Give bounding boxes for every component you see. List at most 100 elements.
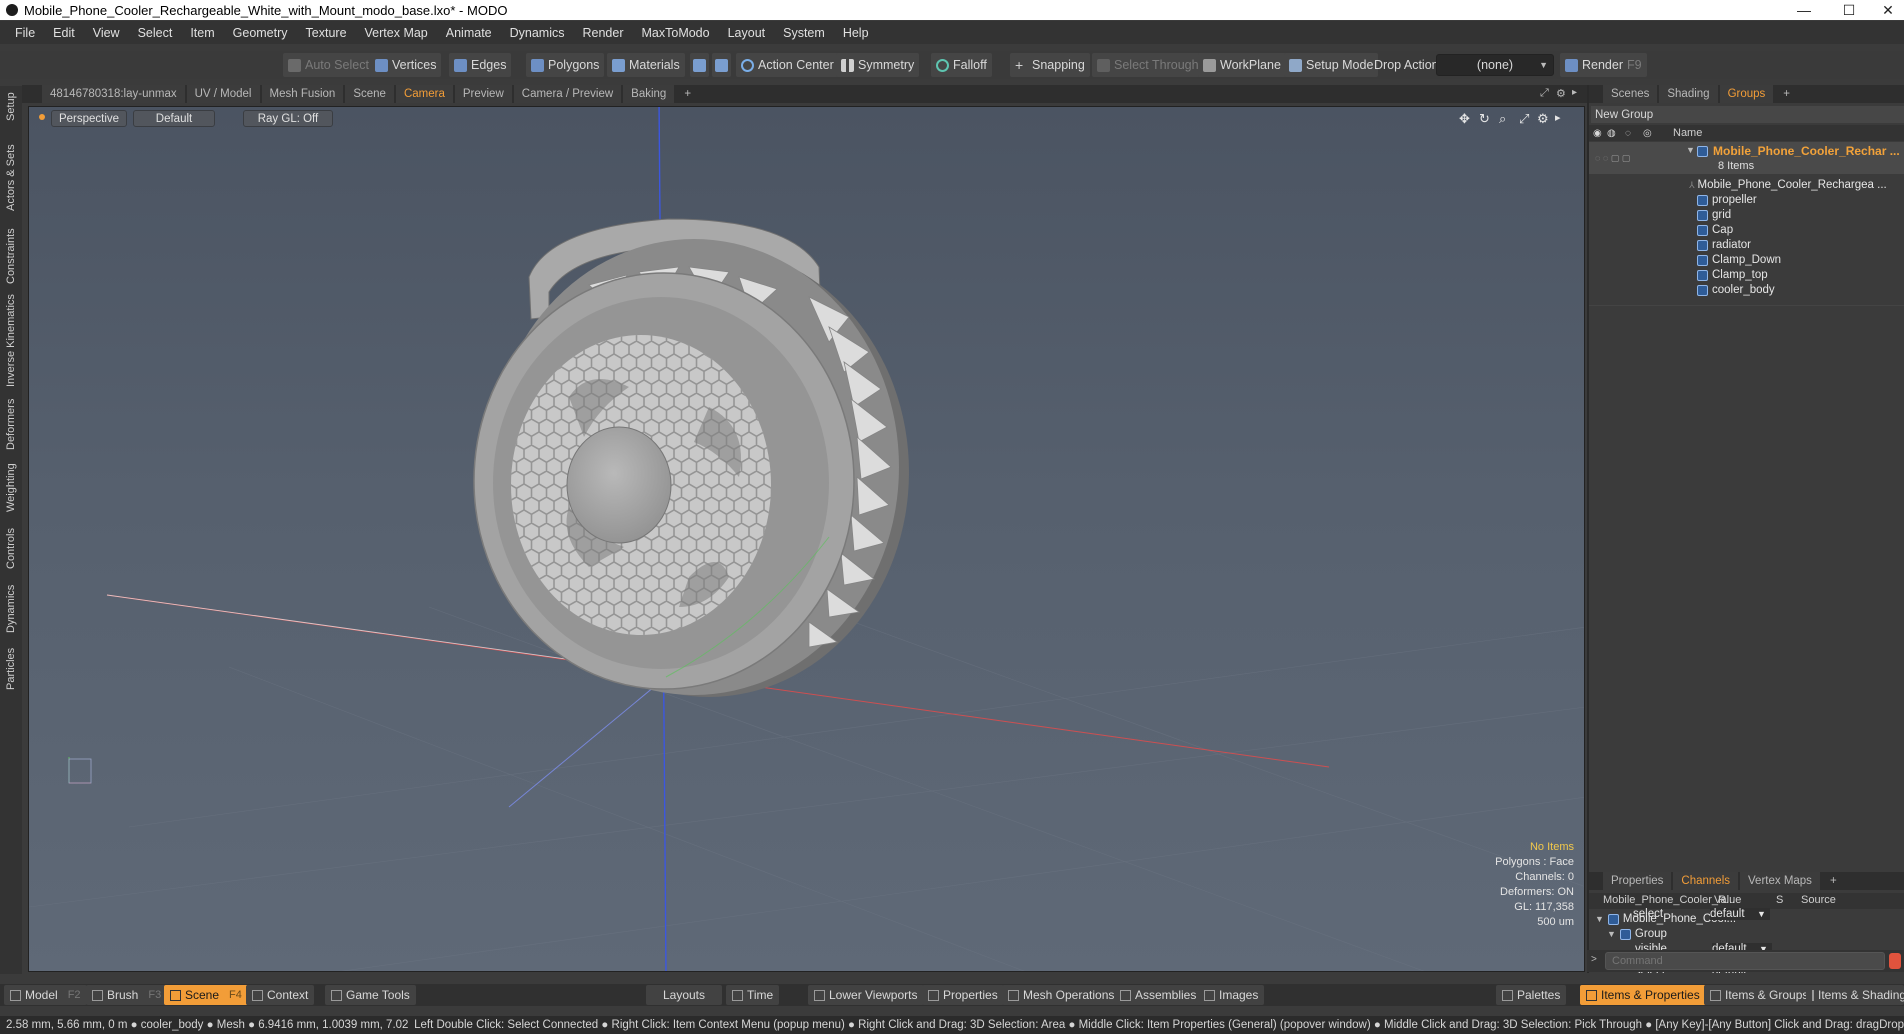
list-item[interactable]: cooler_body [1589,281,1904,299]
items-shading-button[interactable]: Items & Shading [1806,985,1904,1005]
add-tab-button[interactable]: + [676,85,699,103]
maximize-button[interactable]: ☐ [1827,0,1871,20]
gear-icon[interactable]: ⚙ [1556,87,1566,100]
mesh-icon [1697,209,1708,221]
polygons-button[interactable]: Polygons [526,53,605,77]
items-properties-button[interactable]: Items & Properties [1580,985,1706,1005]
palettes-button[interactable]: Palettes [1496,985,1567,1005]
menu-system[interactable]: System [774,26,834,40]
tab-mesh-fusion[interactable]: Mesh Fusion [261,85,344,103]
group-row[interactable]: ◌ ◌ ▢ ▢ ▼ Mobile_Phone_Cooler_Rechar ...… [1589,142,1904,174]
chevron-down-icon: ▼ [1539,60,1548,70]
command-input[interactable] [1605,952,1885,970]
layouts-button[interactable]: Layouts [646,985,722,1005]
group-visibility-toggles[interactable]: ◌ ◌ ▢ ▢ [1591,142,1691,174]
lock-icon[interactable]: ◌ [1625,128,1643,139]
menu-layout[interactable]: Layout [719,26,775,40]
tab-camera[interactable]: Camera [395,85,453,103]
add-bottom-tab-button[interactable]: + [1822,872,1845,890]
palettes-icon [1502,989,1513,1001]
vertices-button[interactable]: Vertices [370,53,442,77]
side-tab-deformers[interactable]: Deformers [3,394,19,454]
workplane-button[interactable]: WorkPlane [1198,53,1286,77]
menu-vertex-map[interactable]: Vertex Map [356,26,437,40]
falloff-button[interactable]: Falloff [931,53,992,77]
time-button[interactable]: Time [726,985,780,1005]
drop-action-select[interactable]: (none) ▼ [1436,54,1554,76]
assemblies-button[interactable]: Assemblies [1114,985,1203,1005]
eye-icon[interactable]: ◉ [1593,128,1607,139]
menu-view[interactable]: View [84,26,129,40]
expand-arrow-icon[interactable]: ▼ [1607,929,1616,939]
3d-viewport[interactable]: Perspective Default Ray GL: Off ✥ ↻ ⌕ ⤢ … [28,106,1585,972]
side-tab-inverse-kinematics[interactable]: Inverse Kinematics [3,292,19,390]
side-tab-constraints[interactable]: Constraints [3,222,19,290]
menu-texture[interactable]: Texture [297,26,356,40]
tab-uv-model[interactable]: UV / Model [186,85,260,103]
materials-button[interactable]: Materials [607,53,685,77]
properties-button[interactable]: Properties [922,985,1004,1005]
auto-mode-button[interactable] [712,53,731,77]
tab-vertex-maps[interactable]: Vertex Maps [1740,872,1820,890]
images-icon [1204,989,1215,1001]
tab-camera-preview[interactable]: Camera / Preview [513,85,622,103]
menu-animate[interactable]: Animate [437,26,501,40]
side-tab-controls[interactable]: Controls [3,522,19,576]
edges-button[interactable]: Edges [449,53,512,77]
menu-file[interactable]: File [6,26,44,40]
chevron-down-icon[interactable]: ▼ [1757,909,1766,919]
channel-row-select-visible[interactable]: select default ▼ [1587,906,1904,924]
images-button[interactable]: Images [1198,985,1265,1005]
scene-mode-button[interactable]: Scene F4 [164,985,248,1005]
tab-scene[interactable]: Scene [345,85,394,103]
menu-geometry[interactable]: Geometry [224,26,297,40]
render-button[interactable]: Render F9 [1560,53,1647,77]
symmetry-button[interactable]: Symmetry [836,53,920,77]
expand-arrow-icon[interactable]: ▼ [1686,145,1695,155]
chevron-right-icon[interactable]: > [1591,954,1597,965]
close-button[interactable]: ✕ [1866,0,1904,20]
game-tools-button[interactable]: Game Tools [325,985,416,1005]
items-groups-button[interactable]: Items & Groups [1704,985,1815,1005]
mesh-operations-button[interactable]: Mesh Operations [1002,985,1121,1005]
minimize-button[interactable]: — [1782,0,1826,20]
maximize-viewport-icon[interactable]: ⤢ [1540,87,1549,100]
auto-select-button[interactable]: Auto Select [283,53,374,77]
brush-mode-button[interactable]: Brush F3 [86,985,168,1005]
select-through-button[interactable]: Select Through [1092,53,1204,77]
side-tab-setup[interactable]: Setup [3,88,19,126]
tab-preview[interactable]: Preview [454,85,512,103]
tab-layout-unmax[interactable]: 48146780318:lay-unmax [42,85,185,103]
tab-channels[interactable]: Channels [1673,872,1739,890]
side-tab-particles[interactable]: Particles [3,642,19,696]
setup-mode-button[interactable]: Setup Mode [1284,53,1379,77]
tab-scenes[interactable]: Scenes [1603,85,1658,103]
menu-select[interactable]: Select [129,26,182,40]
model-mode-button[interactable]: Model F2 [4,985,87,1005]
side-tab-dynamics[interactable]: Dynamics [3,580,19,638]
menu-dynamics[interactable]: Dynamics [501,26,574,40]
tab-properties[interactable]: Properties [1603,872,1672,890]
context-mode-button[interactable]: Context [246,985,315,1005]
side-tab-actors-sets[interactable]: Actors & Sets [3,138,19,218]
menu-edit[interactable]: Edit [44,26,84,40]
menu-maxtomodo[interactable]: MaxToModo [633,26,719,40]
action-center-button[interactable]: Action Center [736,53,839,77]
select-toggle-icon[interactable]: ◎ [1643,128,1665,139]
snapping-button[interactable]: + Snapping [1010,53,1090,77]
render-toggle-icon[interactable]: ◍ [1607,128,1625,139]
groups-tab-bar: Scenes Shading Groups + [1589,85,1904,103]
tab-shading[interactable]: Shading [1659,85,1718,103]
menu-render[interactable]: Render [574,26,633,40]
element-mode-button[interactable] [690,53,709,77]
menu-item[interactable]: Item [181,26,223,40]
side-tab-weighting[interactable]: Weighting [3,458,19,518]
new-group-button[interactable]: New Group [1591,106,1904,123]
lower-viewports-button[interactable]: Lower Viewports [808,985,924,1005]
add-panel-tab-button[interactable]: + [1775,85,1798,103]
menu-help[interactable]: Help [834,26,878,40]
tab-groups[interactable]: Groups [1719,85,1774,103]
tab-baking[interactable]: Baking [623,85,675,103]
expand-right-icon[interactable]: ▸ [1572,87,1577,98]
command-clear-icon[interactable] [1889,953,1901,969]
